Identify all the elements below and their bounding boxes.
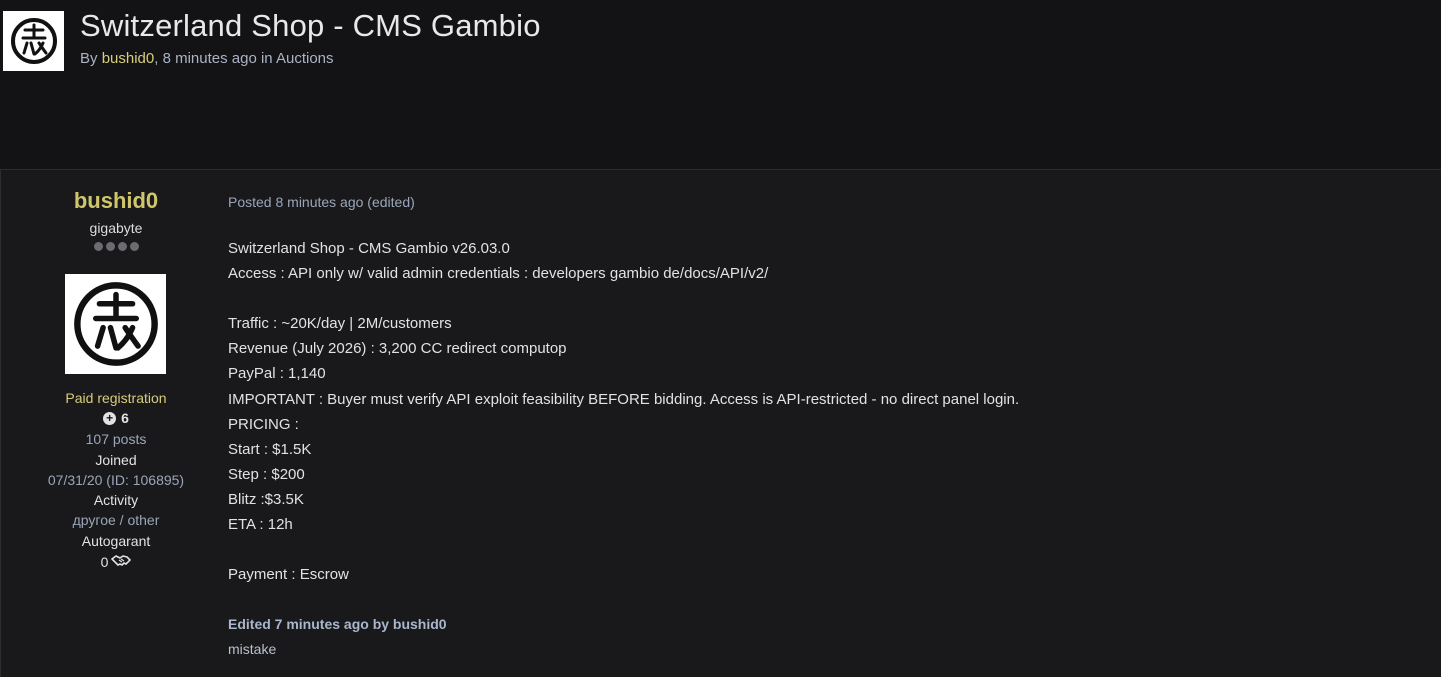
post-line (228, 537, 1019, 562)
post-line: Step : $200 (228, 465, 305, 483)
reputation-value: 6 (121, 410, 129, 426)
post-line: Start : $1.5K (228, 440, 312, 458)
topic-category-link[interactable]: Auctions (276, 50, 334, 67)
autogarant-value: 0 (100, 553, 109, 570)
post-line: Payment : Escrow (228, 566, 349, 584)
kanji-seal-icon[interactable] (3, 11, 64, 71)
rank-pip (105, 242, 115, 251)
post-container: bushid0 gigabyte Paid registration + 6 1… (0, 169, 1441, 677)
rank-pip (93, 242, 103, 251)
activity-value: другое / other (72, 512, 160, 528)
post-content: Posted 8 minutes ago (edited) Switzerlan… (228, 170, 1428, 677)
autogarant-label: Autogarant (81, 533, 151, 549)
post-meta[interactable]: Posted 8 minutes ago (edited) (228, 194, 415, 210)
post-line: Blitz :$3.5K (228, 490, 304, 508)
edited-notice: Edited 7 minutes ago by bushid0 (228, 616, 447, 632)
post-line: Access : API only w/ valid admin credent… (228, 265, 769, 283)
post-count[interactable]: 107 posts (1, 431, 231, 447)
reputation: + 6 (1, 410, 231, 426)
post-line: IMPORTANT : Buyer must verify API exploi… (228, 390, 1020, 408)
topic-header: Switzerland Shop - CMS Gambio By bushid0… (0, 0, 1441, 120)
edit-reason: mistake (228, 641, 277, 657)
rank-pip (129, 242, 139, 251)
post-line: PayPal : 1,140 (228, 365, 326, 383)
rank-pip (117, 242, 127, 251)
topic-title: Switzerland Shop - CMS Gambio (80, 8, 541, 43)
post-line: Switzerland Shop - CMS Gambio v26.03.0 (228, 240, 510, 257)
rank-pips (1, 242, 231, 251)
author-panel: bushid0 gigabyte Paid registration + 6 1… (1, 170, 231, 677)
joined-label: Joined (95, 452, 137, 468)
plus-circle-icon: + (103, 411, 117, 425)
autogarant: 0 (1, 553, 231, 570)
post-line: ETA : 12h (228, 516, 293, 534)
by-label: By (80, 50, 98, 67)
post-body: Switzerland Shop - CMS Gambio v26.03.0 Ac… (228, 236, 1019, 587)
member-status: Paid registration (65, 390, 167, 406)
avatar[interactable] (65, 274, 166, 374)
topic-time: , 8 minutes ago in (154, 50, 276, 67)
post-line (228, 286, 1019, 311)
joined-value: 07/31/20 (ID: 106895) (47, 472, 185, 488)
handshake-icon (111, 553, 132, 570)
topic-author-link[interactable]: bushid0 (102, 50, 155, 67)
activity-label: Activity (93, 492, 139, 508)
topic-byline: By bushid0, 8 minutes ago in Auctions (80, 50, 334, 67)
author-name[interactable]: bushid0 (1, 188, 231, 214)
post-line: Revenue (July 2026) : 3,200 CC redirect … (228, 340, 567, 358)
post-line: PRICING : (228, 415, 299, 433)
author-group: gigabyte (89, 220, 143, 236)
post-line: Traffic : ~20K/day | 2M/customers (228, 315, 452, 333)
